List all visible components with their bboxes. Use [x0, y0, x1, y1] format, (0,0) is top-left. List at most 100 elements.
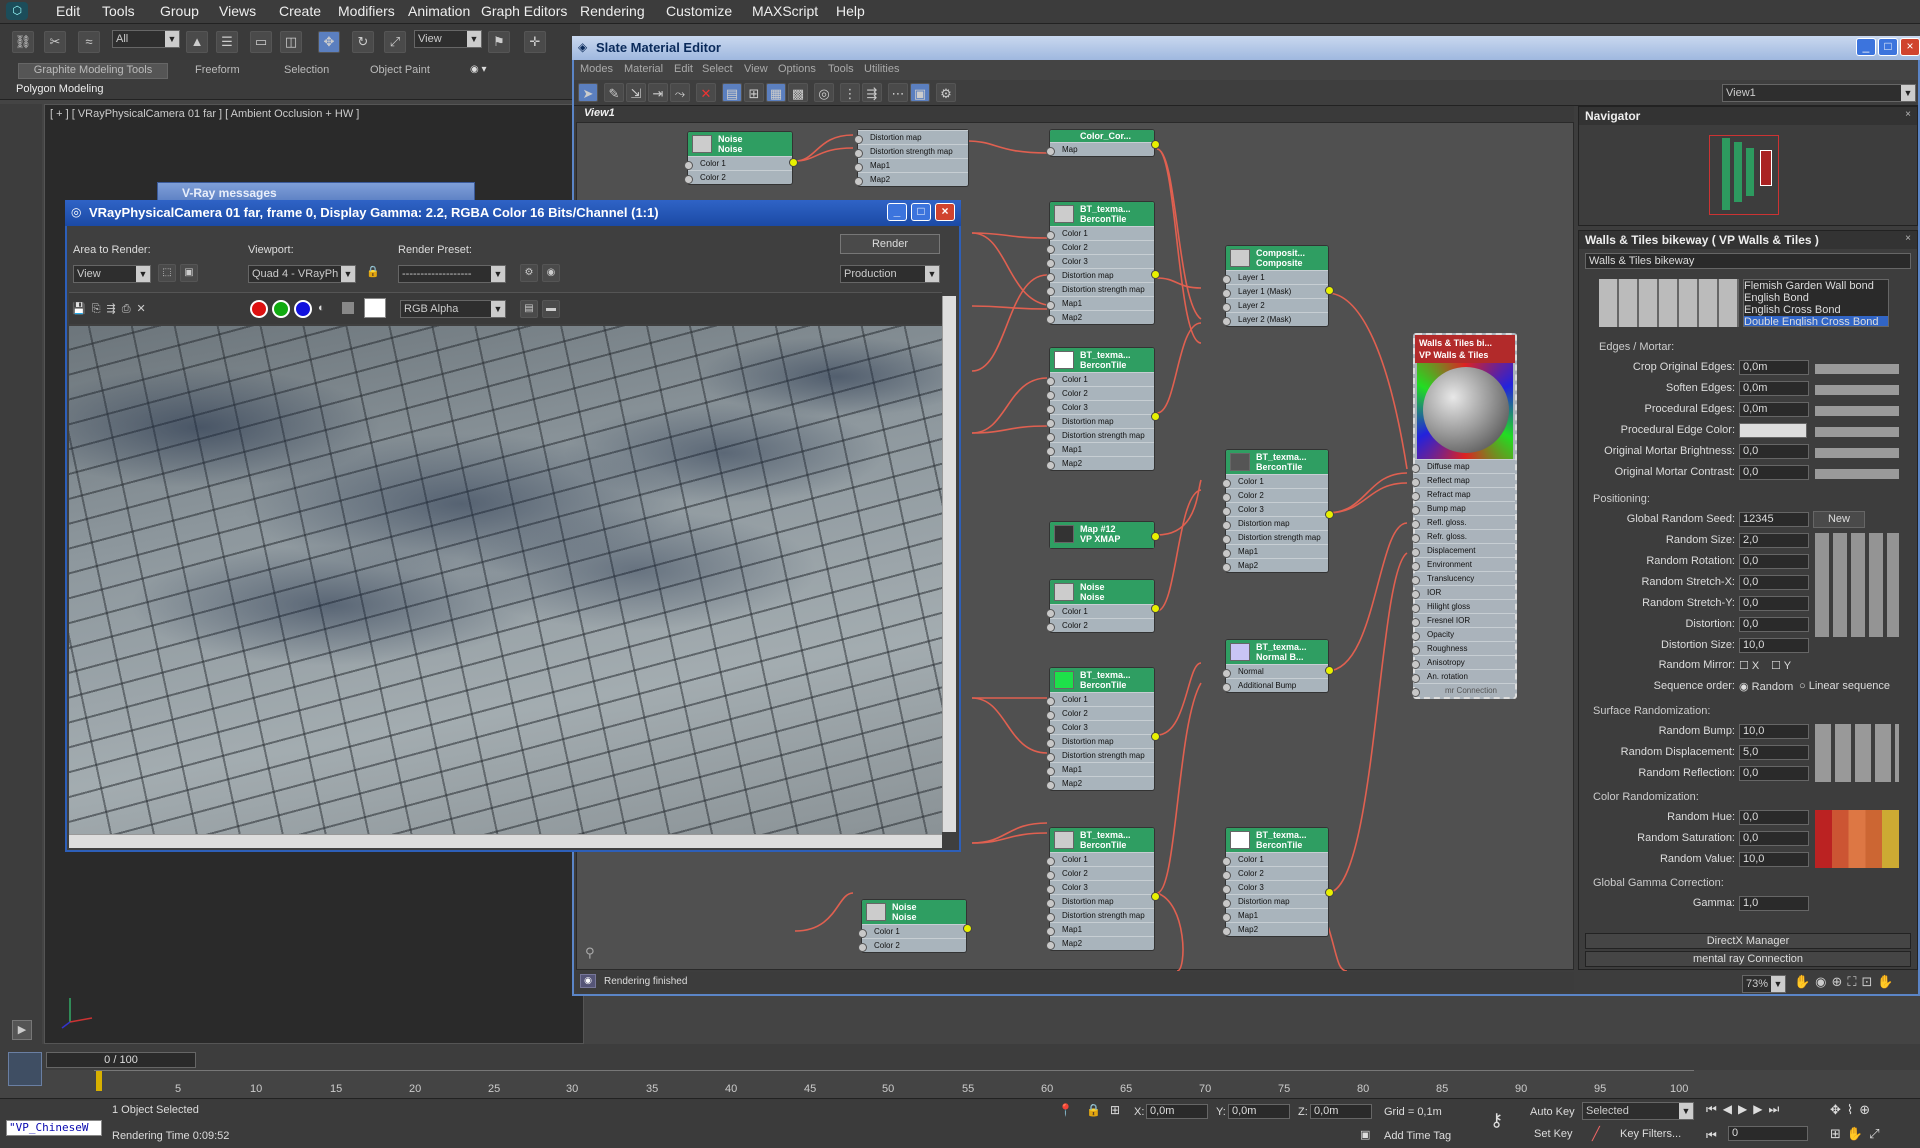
pin-icon[interactable]: 📍 — [1058, 1103, 1073, 1117]
soften-edges-spinner[interactable]: 0,0m — [1739, 381, 1809, 396]
window-crossing-icon[interactable]: ◫ — [280, 31, 302, 53]
menu-group[interactable]: Group — [160, 3, 199, 19]
slate-maximize-button[interactable]: □ — [1878, 38, 1898, 56]
stretch-y-spinner[interactable]: 0,0 — [1739, 596, 1809, 611]
rect-selection-icon[interactable]: ▭ — [250, 31, 272, 53]
menu-views[interactable]: Views — [219, 3, 256, 19]
node-bercon-6[interactable]: BT_texma... BerconTile Color 1 Color 2 Co… — [1222, 827, 1334, 937]
socket-environment[interactable]: Environment — [1411, 557, 1515, 571]
socket-ior[interactable]: IOR — [1411, 585, 1515, 599]
render-preset-dropdown[interactable]: ------------------- ▼ — [398, 265, 506, 283]
socket-color1[interactable]: Color 1 — [858, 924, 966, 938]
random-bump-spinner[interactable]: 10,0 — [1739, 724, 1809, 739]
node-bercon-2[interactable]: BT_texma... BerconTile Color 1 Color 2 Co… — [1046, 347, 1160, 471]
key-filters-button[interactable]: Key Filters... — [1620, 1128, 1681, 1140]
socket-distortion-strength[interactable]: Distortion strength map — [1222, 530, 1328, 544]
socket-color2[interactable]: Color 2 — [684, 170, 792, 184]
app-logo-icon[interactable]: ⬡ — [6, 2, 28, 20]
socket-fresnel-ior[interactable]: Fresnel IOR — [1411, 613, 1515, 627]
time-tag-icon[interactable]: ▣ — [1360, 1128, 1370, 1141]
socket-distortion-strength[interactable]: Distortion strength map — [1046, 282, 1154, 296]
checker-icon[interactable]: ▩ — [788, 83, 808, 102]
unlink-icon[interactable]: ✂ — [44, 31, 66, 53]
ribbon-polygon-modeling[interactable]: Polygon Modeling — [16, 83, 103, 95]
maxscript-listener[interactable]: "VP_ChineseW — [6, 1120, 102, 1136]
socket-color1[interactable]: Color 1 — [1222, 852, 1328, 866]
toggle-ui-icon[interactable]: ▤ — [520, 300, 538, 318]
slate-menu-view[interactable]: View — [744, 63, 768, 75]
socket-color1[interactable]: Color 1 — [1046, 372, 1154, 386]
socket-map2[interactable]: Map2 — [1046, 936, 1154, 950]
viewport-label[interactable]: [ + ] [ VRayPhysicalCamera 01 far ] [ Am… — [50, 108, 359, 120]
render-maximize-button[interactable]: □ — [911, 203, 931, 221]
socket-color1[interactable]: Color 1 — [684, 156, 792, 170]
menu-tools[interactable]: Tools — [102, 3, 135, 19]
menu-customize[interactable]: Customize — [666, 3, 732, 19]
socket-layer1[interactable]: Layer 1 — [1222, 270, 1328, 284]
node-output-socket[interactable] — [789, 158, 798, 167]
socket-an-rotation[interactable]: An. rotation — [1411, 669, 1515, 683]
socket-map1[interactable]: Map1 — [1046, 762, 1154, 776]
node-output-socket[interactable] — [963, 924, 972, 933]
slate-menu-select[interactable]: Select — [702, 63, 733, 75]
random-displacement-spinner[interactable]: 5,0 — [1739, 745, 1809, 760]
sequence-linear-radio[interactable]: ○ Linear sequence — [1799, 680, 1890, 692]
pick-material-icon[interactable]: ✎ — [604, 83, 624, 102]
socket-color3[interactable]: Color 3 — [1046, 880, 1154, 894]
socket-color1[interactable]: Color 1 — [1046, 852, 1154, 866]
key-mode-dropdown[interactable]: Selected ▼ — [1582, 1102, 1694, 1120]
pivot-icon[interactable]: ⚑ — [488, 31, 510, 53]
socket-layer2-mask[interactable]: Layer 2 (Mask) — [1222, 312, 1328, 326]
socket-map1[interactable]: Map1 — [1046, 296, 1154, 310]
slate-close-button[interactable]: × — [1900, 38, 1920, 56]
slate-menu-modes[interactable]: Modes — [580, 63, 613, 75]
x-coord[interactable]: 0,0m — [1146, 1104, 1208, 1119]
socket-opacity[interactable]: Opacity — [1411, 627, 1515, 641]
binoculars-icon[interactable]: ⚲ — [585, 945, 601, 961]
socket-distortion-map[interactable]: Distortion map — [1222, 516, 1328, 530]
menu-rendering[interactable]: Rendering — [580, 3, 645, 19]
crop-edges-spinner[interactable]: 0,0m — [1739, 360, 1809, 375]
node-output-socket[interactable] — [1325, 510, 1334, 519]
random-rotation-spinner[interactable]: 0,0 — [1739, 554, 1809, 569]
node-walls-tiles[interactable]: Walls & Tiles bi... VP Walls & Tiles Diff… — [1411, 333, 1517, 699]
menu-animation[interactable]: Animation — [408, 3, 470, 19]
material-navigator-icon[interactable]: ⋯ — [888, 83, 908, 102]
material-name-field[interactable]: Walls & Tiles bikeway — [1585, 253, 1911, 269]
viewport-select-dropdown[interactable]: Quad 4 - VRayPh ▼ — [248, 265, 356, 283]
node-output-socket[interactable] — [1151, 270, 1160, 279]
socket-distortion-strength[interactable]: Distortion strength map — [1046, 428, 1154, 442]
socket-bump-map[interactable]: Bump map — [1411, 501, 1515, 515]
manipulate-icon[interactable]: ✛ — [524, 31, 546, 53]
menu-help[interactable]: Help — [836, 3, 865, 19]
socket-map2[interactable]: Map2 — [1046, 776, 1154, 790]
socket-distortion-strength[interactable]: Distortion strength map — [1046, 748, 1154, 762]
layout-icon[interactable]: ⋮ — [840, 83, 860, 102]
node-dist-top[interactable]: Distortion map Distortion strength map M… — [854, 129, 969, 187]
socket-refr-gloss[interactable]: Refr. gloss. — [1411, 529, 1515, 543]
socket-color2[interactable]: Color 2 — [1222, 488, 1328, 502]
ribbon-tab-selection[interactable]: Selection — [284, 64, 329, 76]
absolute-mode-icon[interactable]: ⊞ — [1110, 1103, 1120, 1117]
node-vp-xmap[interactable]: Map #12 VP XMAP — [1049, 521, 1160, 549]
delete-icon[interactable]: ✕ — [696, 83, 716, 102]
slate-menu-tools[interactable]: Tools — [828, 63, 854, 75]
nav-tools-icon[interactable]: ✋◉⊕⛶⊡✋ — [1794, 974, 1918, 992]
environment-icon[interactable]: ◉ — [542, 264, 560, 282]
socket-color2[interactable]: Color 2 — [1046, 866, 1154, 880]
alpha-icon[interactable]: ◐ — [318, 302, 325, 314]
socket-translucency[interactable]: Translucency — [1411, 571, 1515, 585]
socket-map[interactable]: Map — [1046, 142, 1154, 156]
render-setup-icon[interactable]: ⚙ — [520, 264, 538, 282]
socket-map2[interactable]: Map2 — [1046, 456, 1154, 470]
navigator-close-icon[interactable]: × — [1905, 109, 1911, 120]
time-slider[interactable]: 0 / 100 — [46, 1052, 196, 1068]
select-by-material-icon[interactable]: ⚙ — [936, 83, 956, 102]
node-output-socket[interactable] — [1325, 666, 1334, 675]
socket-distortion-map[interactable]: Distortion map — [1046, 268, 1154, 282]
layout-children-icon[interactable]: ⇶ — [862, 83, 882, 102]
viewport-nav-icon[interactable]: ✥⌇⊕ — [1830, 1102, 1876, 1118]
current-frame-field[interactable]: 0 — [1728, 1126, 1808, 1141]
socket-layer1-mask[interactable]: Layer 1 (Mask) — [1222, 284, 1328, 298]
move-icon[interactable]: ✥ — [318, 31, 340, 53]
